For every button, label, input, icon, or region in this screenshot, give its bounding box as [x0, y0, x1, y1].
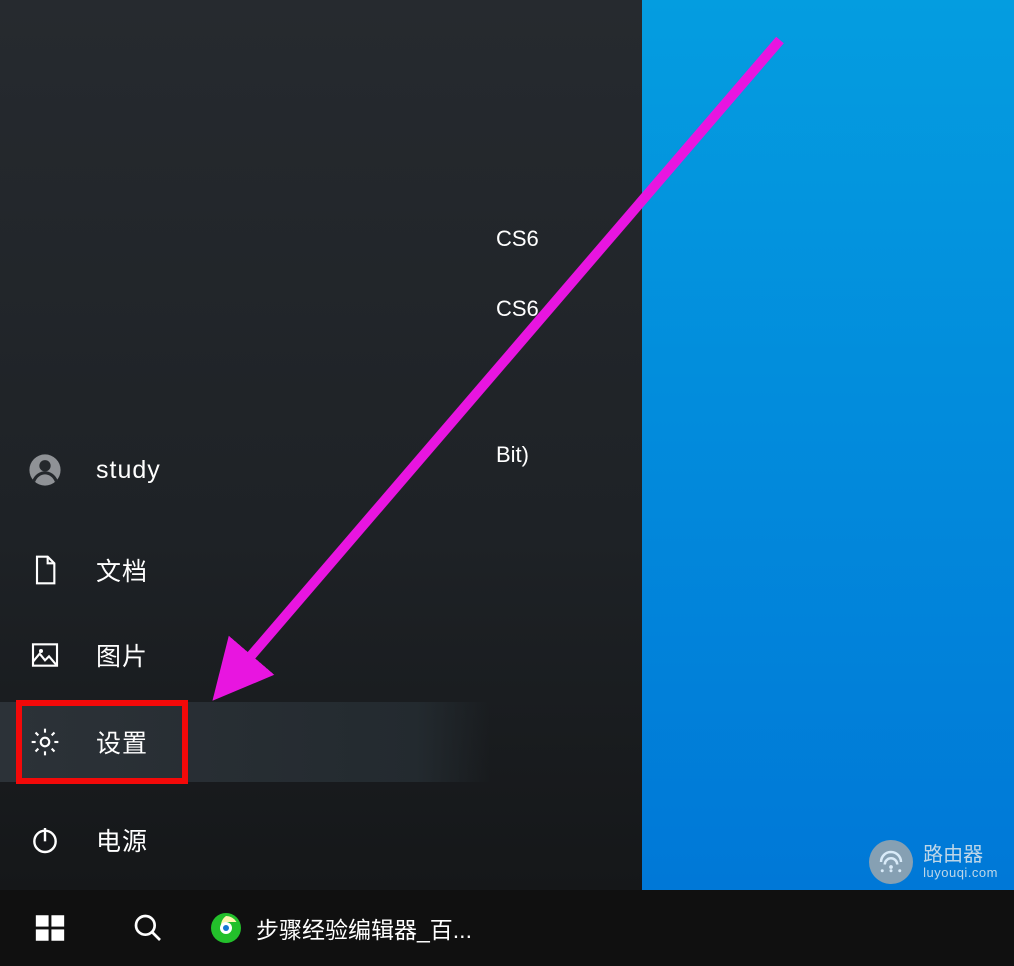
pictures-label: 图片: [96, 637, 148, 673]
windows-logo-icon: [33, 911, 67, 945]
watermark: 路由器 luyouqi.com: [869, 840, 998, 884]
taskbar-app-title: 步骤经验编辑器_百...: [256, 911, 472, 945]
taskbar-app-item[interactable]: 步骤经验编辑器_百...: [196, 890, 490, 966]
documents-item[interactable]: 文档: [0, 530, 490, 610]
search-icon: [132, 912, 164, 944]
watermark-sub: luyouqi.com: [923, 866, 998, 880]
pictures-item[interactable]: 图片: [0, 615, 490, 695]
power-item[interactable]: 电源: [0, 800, 490, 880]
app-item-fragment-cs6-2[interactable]: CS6: [496, 296, 539, 322]
power-label: 电源: [96, 822, 148, 858]
user-account-label: study: [96, 456, 161, 485]
browser-360-icon: [206, 908, 246, 948]
start-menu-left-rail: study 文档 图片: [0, 0, 490, 890]
gear-icon: [28, 725, 62, 759]
watermark-icon: [869, 840, 913, 884]
power-icon: [28, 823, 62, 857]
picture-icon: [28, 638, 62, 672]
settings-label: 设置: [96, 724, 148, 760]
app-item-fragment-cs6-1[interactable]: CS6: [496, 226, 539, 252]
user-account-item[interactable]: study: [0, 430, 490, 510]
documents-label: 文档: [96, 552, 148, 588]
watermark-title: 路由器: [923, 844, 998, 866]
document-icon: [28, 553, 62, 587]
start-button[interactable]: [0, 890, 100, 966]
settings-item[interactable]: 设置: [0, 702, 490, 782]
app-item-fragment-bit[interactable]: Bit): [496, 442, 529, 468]
taskbar: 步骤经验编辑器_百...: [0, 890, 1014, 966]
taskbar-search-button[interactable]: [100, 890, 196, 966]
user-icon: [28, 453, 62, 487]
